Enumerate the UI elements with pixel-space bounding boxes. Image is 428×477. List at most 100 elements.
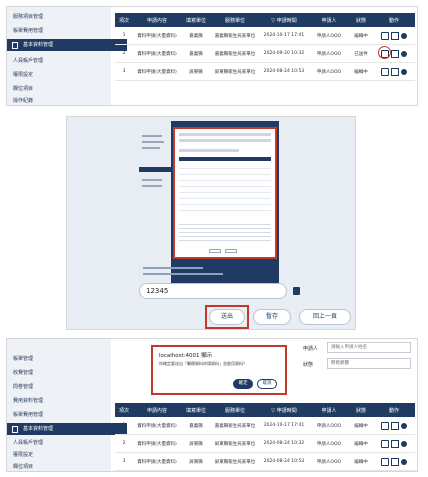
edit-icon[interactable]: [381, 31, 389, 40]
cell: 資料申請(大量資料): [133, 417, 181, 435]
middle-panel: 12345 送出 暫存 回上一頁: [66, 116, 356, 330]
sidebar-item-4[interactable]: 帳單費用管理: [7, 409, 117, 421]
sidebar-item-7[interactable]: 權限設定: [7, 449, 117, 461]
cell: 嘉義縣: [181, 27, 211, 45]
sidebar-item-6[interactable]: 操作紀錄: [7, 95, 117, 107]
save-draft-button[interactable]: 暫存: [253, 309, 291, 325]
status-select[interactable]: 所有狀態: [327, 358, 411, 369]
actions-cell: [373, 44, 415, 63]
cell: 2024-08-24 10:53: [259, 62, 309, 81]
preview-line: [142, 147, 160, 149]
sidebar-item-3[interactable]: 人員帳戶管理: [7, 55, 117, 67]
edit-icon[interactable]: [381, 67, 389, 76]
preview-table-header: [179, 157, 271, 161]
delete-icon[interactable]: [401, 68, 407, 75]
dialog-cancel-button[interactable]: 取消: [257, 379, 277, 389]
edit-icon[interactable]: [381, 421, 389, 430]
table-row: 2 資料申請(大量資料) 屏東縣 屏東縣衛生局某單位 2024-08-24 10…: [115, 434, 415, 453]
preview-active-item: [139, 167, 171, 172]
col-header: 申請內容: [133, 403, 181, 417]
file-icon[interactable]: [391, 49, 399, 58]
submit-button[interactable]: 送出: [209, 309, 245, 325]
sidebar-item-8[interactable]: 欄位項目: [7, 461, 117, 473]
sidebar-item-6[interactable]: 人員帳戶管理: [7, 437, 117, 449]
cell: 屏東縣衛生局某單位: [211, 434, 259, 453]
sidebar-item-0[interactable]: 服務項目管理: [7, 11, 117, 23]
actions-cell: [373, 417, 415, 435]
file-icon[interactable]: [391, 457, 399, 466]
cell: 申請人OOO: [309, 417, 349, 435]
cell: 資料申請(大量資料): [133, 434, 181, 453]
edit-icon[interactable]: [381, 439, 389, 448]
actions-cell: [373, 27, 415, 45]
actions-cell: [373, 62, 415, 81]
trash-icon[interactable]: [293, 287, 300, 295]
cell: 2: [115, 434, 133, 453]
sidebar-item-label: 基本資料管理: [23, 42, 54, 48]
preview-form-highlight: [173, 127, 277, 259]
delete-icon[interactable]: [401, 50, 407, 57]
sidebar-item-3[interactable]: 費用資料管理: [7, 395, 117, 407]
cell: 編輯中: [349, 62, 373, 81]
cell: 屏東縣: [181, 434, 211, 453]
code-input[interactable]: 12345: [139, 283, 287, 299]
document-icon: [12, 42, 18, 49]
cell: 編輯中: [349, 27, 373, 45]
cell: 3: [115, 62, 133, 81]
col-header: 服務單位: [211, 13, 259, 27]
cell: 2024-10-17 17:41: [259, 27, 309, 45]
table-row: 3 資料申請(大量資料) 屏東縣 屏東縣衛生局某單位 2024-08-24 10…: [115, 62, 415, 81]
bottom-table: 項次 申請內容 填寫單位 服務單位 ▽ 申請時間 申請人 狀態 動作 1 資料申…: [115, 403, 415, 471]
delete-icon[interactable]: [401, 458, 407, 465]
file-icon[interactable]: [391, 421, 399, 430]
cell: 資料申請(大量資料): [133, 27, 181, 45]
sidebar-item-0[interactable]: 帳單管理: [7, 353, 117, 365]
dialog-ok-button[interactable]: 確定: [233, 379, 253, 389]
delete-icon[interactable]: [401, 422, 407, 429]
actions-cell: [373, 434, 415, 453]
col-header-sortable[interactable]: ▽ 申請時間: [259, 403, 309, 417]
highlight-circle: [378, 46, 391, 59]
cell: 屏東縣衛生局某單位: [211, 62, 259, 81]
sidebar-item-2[interactable]: 問卷管理: [7, 381, 117, 393]
preview-sidebar: [139, 121, 171, 289]
table-row: 1 資料申請(大量資料) 嘉義縣 嘉義縣衛生局某單位 2024-10-17 17…: [115, 417, 415, 435]
preview-button: [225, 249, 237, 253]
sidebar-item-4[interactable]: 權限設定: [7, 69, 117, 81]
cell: 嘉義縣衛生局某單位: [211, 27, 259, 45]
actions-cell: [373, 452, 415, 471]
preview-footer-line: [143, 273, 223, 275]
delete-icon[interactable]: [401, 32, 407, 39]
col-header: 申請人: [309, 13, 349, 27]
cell: 編輯中: [349, 452, 373, 471]
sidebar-item-1[interactable]: 帳單費用管理: [7, 25, 117, 37]
cell: 申請人OOO: [309, 27, 349, 45]
file-icon[interactable]: [391, 67, 399, 76]
applicant-input[interactable]: 請輸入申請人姓名: [327, 342, 411, 353]
cell: 屏東縣: [181, 452, 211, 471]
sidebar-item-5[interactable]: 欄位項目: [7, 83, 117, 95]
sidebar-item-active[interactable]: 基本資料管理: [7, 423, 127, 435]
cell: 申請人OOO: [309, 434, 349, 453]
preview-footer-line: [143, 267, 203, 269]
col-header: 狀態: [349, 403, 373, 417]
sidebar-item-1[interactable]: 收費管理: [7, 367, 117, 379]
col-header: 填寫單位: [181, 13, 211, 27]
preview-field: [179, 133, 271, 136]
cell: 2024-10-17 17:41: [259, 417, 309, 435]
col-header: 狀態: [349, 13, 373, 27]
back-button[interactable]: 回上一頁: [299, 309, 351, 325]
file-icon[interactable]: [391, 439, 399, 448]
col-header: 動作: [373, 13, 415, 27]
table-row: 2 資料申請(大量資料) 嘉義縣 嘉義縣衛生局某單位 2024-09-20 10…: [115, 44, 415, 63]
sidebar-item-active[interactable]: 基本資料管理: [7, 39, 127, 51]
delete-icon[interactable]: [401, 440, 407, 447]
col-header: 申請人: [309, 403, 349, 417]
col-header: 動作: [373, 403, 415, 417]
document-icon: [12, 426, 18, 433]
edit-icon[interactable]: [381, 457, 389, 466]
col-header-sortable[interactable]: ▽ 申請時間: [259, 13, 309, 27]
preview-line: [142, 135, 162, 137]
col-header: 項次: [115, 13, 133, 27]
file-icon[interactable]: [391, 31, 399, 40]
